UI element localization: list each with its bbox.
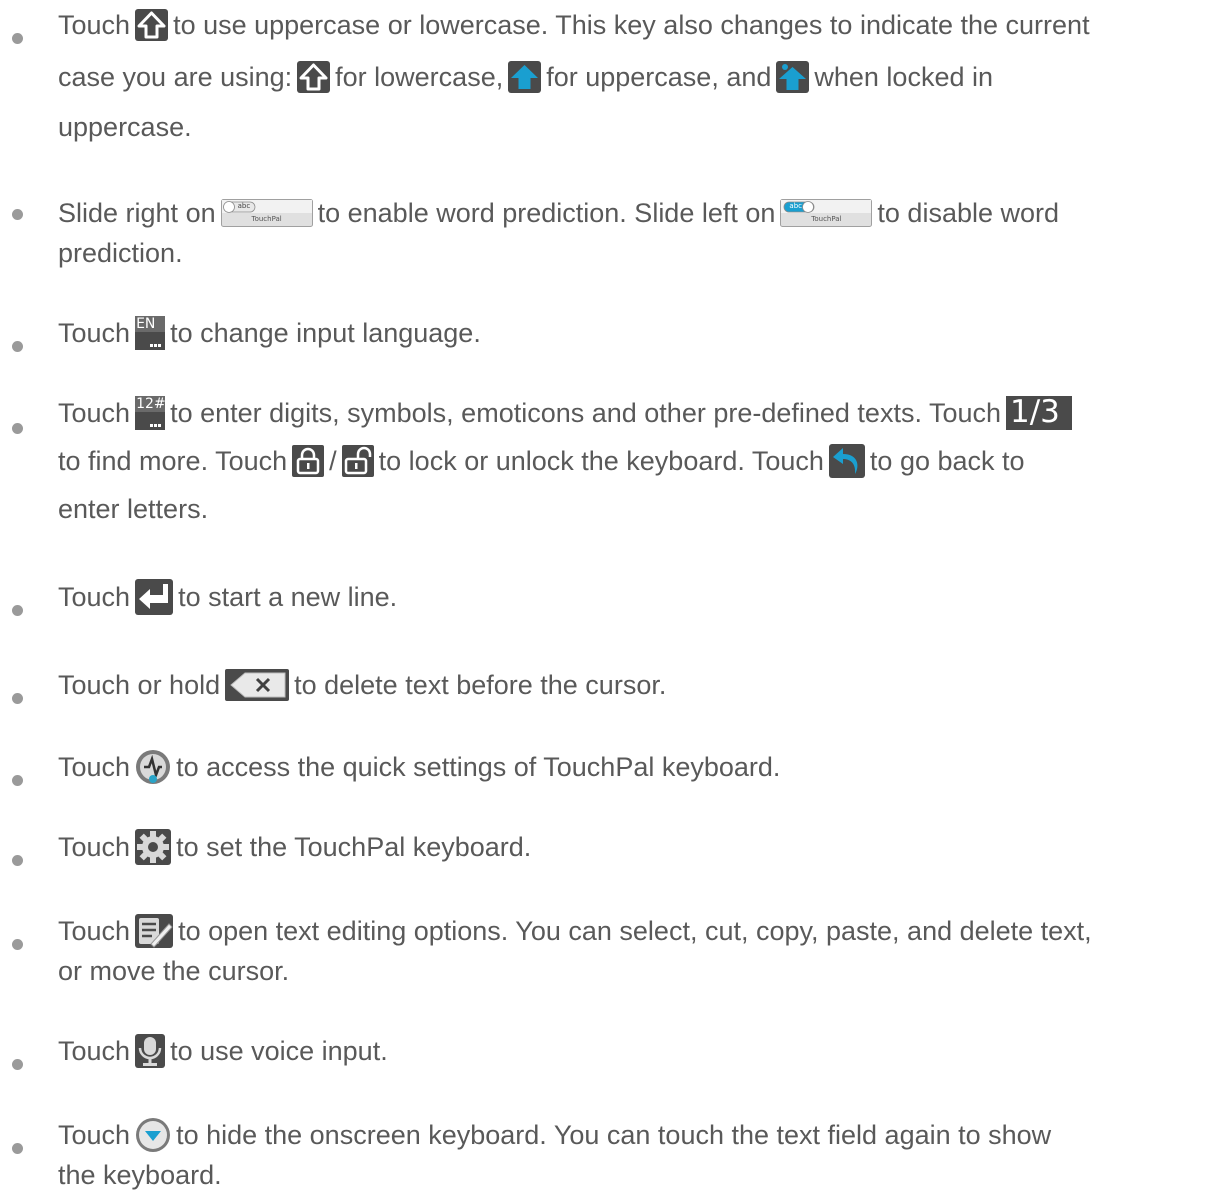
- hide-keyboard-icon: [135, 1117, 171, 1153]
- bullet-icon: [12, 209, 23, 220]
- instruction-text: Touch: [58, 1035, 131, 1066]
- instruction-text: to enter digits, symbols, emoticons and …: [170, 397, 1002, 428]
- list-item-line: Touch to access the quick settings of Tou…: [58, 742, 780, 788]
- instruction-text: when locked in: [814, 61, 993, 92]
- instruction-text: Touch: [58, 751, 131, 782]
- icon-label: abc: [789, 201, 802, 210]
- page-one-of-three-icon: 1/3: [1006, 393, 1073, 430]
- instruction-text: Touch: [58, 317, 131, 348]
- instruction-text: Touch: [58, 397, 131, 428]
- instruction-text: Touch: [58, 581, 131, 612]
- icon-label: abc: [237, 201, 251, 210]
- instruction-text: prediction.: [58, 237, 183, 268]
- lock-closed-icon: [292, 444, 325, 477]
- instruction-text: Touch: [58, 1119, 131, 1150]
- icon-label: 12#: [136, 395, 166, 412]
- shift-locked-icon: [776, 60, 810, 93]
- shift-outline-icon: [135, 8, 169, 41]
- instruction-text: to lock or unlock the keyboard. Touch: [378, 445, 824, 476]
- icon-label: 1/3: [1010, 393, 1060, 430]
- list-item-line: Touch to set the TouchPal keyboard.: [58, 822, 531, 868]
- instruction-text: for uppercase, and: [546, 61, 772, 92]
- bullet-icon: [12, 33, 23, 44]
- instruction-text: Touch: [58, 915, 131, 946]
- instruction-text: to hide the onscreen keyboard. You can t…: [176, 1119, 1052, 1150]
- bullet-icon: [12, 423, 23, 434]
- bullet-icon: [12, 693, 23, 704]
- list-item-line: prediction.: [58, 228, 183, 274]
- instruction-text: to delete text before the cursor.: [294, 669, 667, 700]
- instruction-text: to open text editing options. You can se…: [178, 915, 1092, 946]
- enter-key-icon: [135, 578, 174, 615]
- text-edit-icon: [135, 913, 174, 948]
- bullet-icon: [12, 1059, 23, 1070]
- language-en-key-icon: EN: [135, 315, 166, 350]
- bullet-icon: [12, 341, 23, 352]
- list-item-line: Touch to start a new line.: [58, 572, 397, 618]
- icon-label: TouchPal: [811, 214, 842, 223]
- lock-open-icon: [341, 444, 374, 477]
- instruction-text: Touch: [58, 9, 131, 40]
- list-item-line: enter letters.: [58, 484, 208, 530]
- instruction-text: enter letters.: [58, 493, 209, 524]
- backspace-key-icon: [225, 668, 290, 701]
- instruction-text: for lowercase,: [335, 61, 504, 92]
- instruction-text: Touch: [58, 831, 131, 862]
- icon-label: EN: [136, 315, 156, 332]
- touchpal-toggle-on-icon: TouchPal abc: [780, 198, 873, 227]
- back-arrow-icon: [828, 443, 865, 478]
- list-item-line: case you are using: for lowercase, for upp…: [58, 52, 993, 98]
- list-item-line: Touch to use voice input.: [58, 1026, 388, 1072]
- shift-outline-icon: [297, 60, 331, 93]
- instruction-text: to find more. Touch: [58, 445, 288, 476]
- instruction-text: case you are using:: [58, 61, 293, 92]
- bullet-icon: [12, 855, 23, 866]
- instruction-text: to use voice input.: [170, 1035, 388, 1066]
- instruction-text: to access the quick settings of TouchPal…: [176, 751, 781, 782]
- instruction-text: to use uppercase or lowercase. This key …: [173, 9, 1090, 40]
- list-item-line: Touch EN to change input language.: [58, 308, 481, 354]
- shift-filled-icon: [508, 60, 542, 93]
- bullet-icon: [12, 605, 23, 616]
- instruction-text: or move the cursor.: [58, 955, 290, 986]
- instruction-text: to change input language.: [170, 317, 481, 348]
- symbols-key-icon: 12#: [135, 395, 166, 430]
- instruction-text: to set the TouchPal keyboard.: [176, 831, 532, 862]
- list-item-line: Touch 12# to enter digits, symbols, emotic…: [58, 388, 1077, 434]
- list-item-line: uppercase.: [58, 102, 192, 148]
- bullet-icon: [12, 775, 23, 786]
- touchpal-toggle-off-icon: TouchPal abc: [220, 198, 313, 227]
- keyboard-instructions-list: Touch to use uppercase or lowercase. This…: [0, 0, 1225, 1190]
- bullet-icon: [12, 939, 23, 950]
- instruction-text: Touch or hold: [58, 669, 221, 700]
- list-item-line: to find more. Touch / to lock or unlock th…: [58, 436, 1025, 482]
- instruction-text: to enable word prediction. Slide left on: [317, 197, 776, 228]
- instruction-text: the keyboard.: [58, 1159, 222, 1190]
- instruction-text: Slide right on: [58, 197, 216, 228]
- list-item-line: the keyboard.: [58, 1150, 222, 1196]
- icon-label: TouchPal: [251, 214, 282, 223]
- instruction-text: to disable word: [877, 197, 1060, 228]
- quick-settings-icon: [135, 749, 171, 785]
- microphone-icon: [135, 1033, 166, 1068]
- list-item-line: Touch to use uppercase or lowercase. This…: [58, 0, 1090, 46]
- instruction-text: uppercase.: [58, 111, 192, 142]
- list-item-line: Touch or hold to delete text before the c…: [58, 660, 666, 706]
- list-item-line: Slide right on TouchPal abc to enable word …: [58, 188, 1059, 234]
- instruction-text: to start a new line.: [178, 581, 398, 612]
- gear-icon: [135, 828, 172, 865]
- list-item-line: or move the cursor.: [58, 946, 289, 992]
- bullet-icon: [12, 1143, 23, 1154]
- instruction-text: /: [329, 445, 337, 476]
- instruction-text: to go back to: [869, 445, 1025, 476]
